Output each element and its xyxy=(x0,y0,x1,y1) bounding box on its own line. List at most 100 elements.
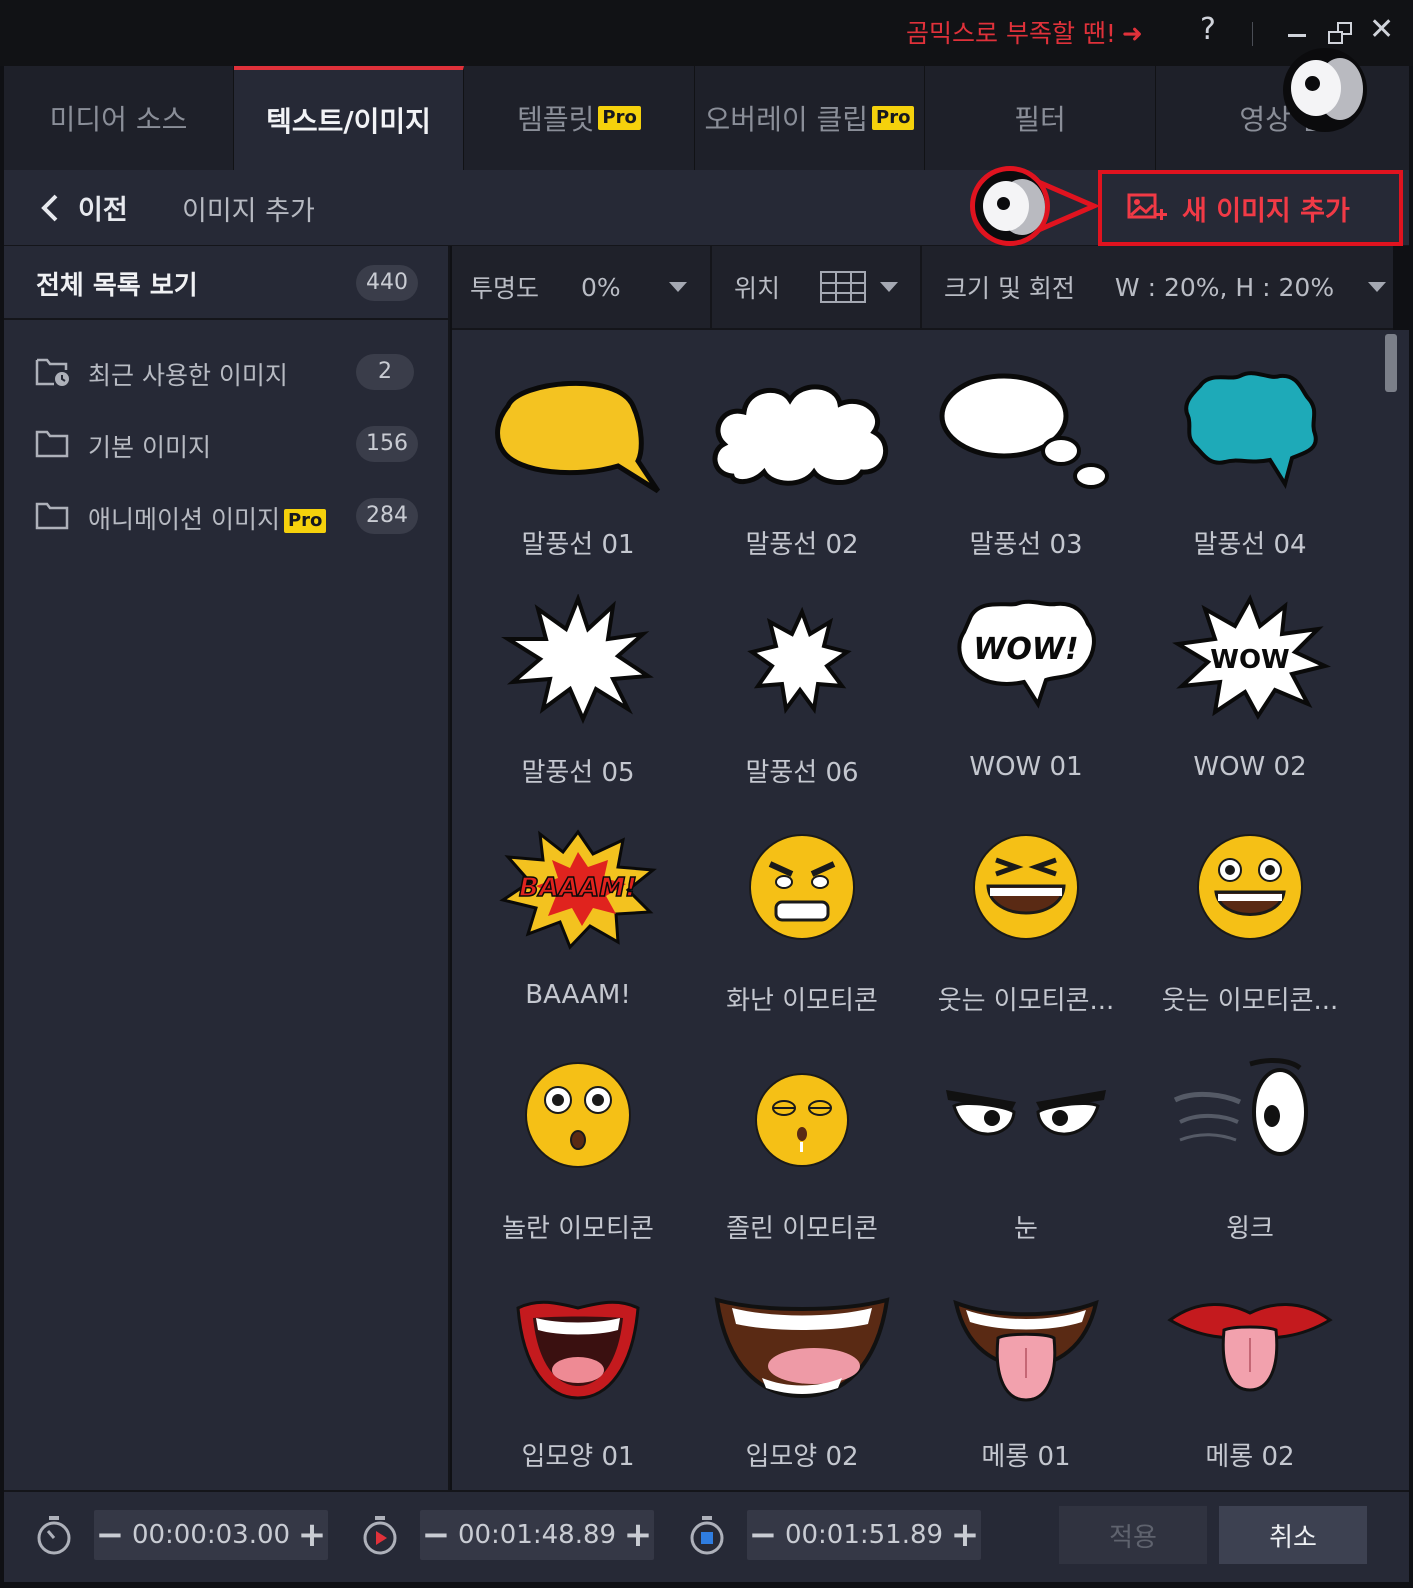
image-item[interactable]: 윙크 xyxy=(1137,1036,1363,1264)
image-item[interactable]: 눈 xyxy=(913,1036,1139,1264)
timecode-field[interactable]: − 00:01:48.89 + xyxy=(420,1510,654,1560)
view-all-list[interactable]: 전체 목록 보기 440 xyxy=(4,246,448,320)
category-animated-images[interactable]: 애니메이션 이미지 Pro 284 xyxy=(4,486,448,546)
opacity-label: 투명도 xyxy=(470,274,540,303)
thought-bubble-icon xyxy=(939,373,1109,489)
image-item[interactable]: 메롱 02 xyxy=(1137,1264,1363,1490)
image-item[interactable]: 메롱 01 xyxy=(913,1264,1139,1490)
wow-art-text: WOW! xyxy=(973,632,1078,667)
category-basic-images[interactable]: 기본 이미지 156 xyxy=(4,414,448,474)
image-label: 말풍선 06 xyxy=(745,758,859,788)
timecode-value[interactable]: 00:01:48.89 xyxy=(452,1520,622,1550)
minimize-icon[interactable] xyxy=(1288,34,1306,37)
view-all-label: 전체 목록 보기 xyxy=(36,271,198,301)
tab-overlay-clip[interactable]: 오버레이 클립 Pro xyxy=(695,66,925,170)
position-dropdown[interactable]: 위치 xyxy=(712,245,922,329)
help-icon[interactable]: ? xyxy=(1193,12,1223,47)
image-settings-toolbar: 투명도 0% 위치 크기 및 회전 W : 20%, H : 20% xyxy=(452,245,1393,330)
tab-media-source[interactable]: 미디어 소스 xyxy=(4,66,234,170)
timecode-value[interactable]: 00:00:03.00 xyxy=(126,1520,296,1550)
tab-label: 미디어 소스 xyxy=(49,103,188,136)
decrease-button[interactable]: − xyxy=(420,1510,452,1560)
promo-link[interactable]: 곰믹스로 부족할 땐! ➜ xyxy=(906,14,1143,50)
image-add-header: 이전 이미지 추가 새 이미지 추가 xyxy=(4,170,1409,246)
tongue-out-mouth-icon xyxy=(953,1299,1099,1402)
add-new-image-button[interactable]: 새 이미지 추가 xyxy=(1098,170,1403,246)
wow-cloud-bubble-icon: WOW! xyxy=(957,599,1096,709)
image-label: BAAAM! xyxy=(525,980,631,1010)
size-rotation-dropdown[interactable]: 크기 및 회전 W : 20%, H : 20% xyxy=(922,245,1391,329)
folder-icon xyxy=(35,430,69,458)
add-new-image-label: 새 이미지 추가 xyxy=(1182,195,1350,227)
increase-button[interactable]: + xyxy=(296,1510,328,1560)
image-label: 화난 이모티콘 xyxy=(726,986,878,1016)
scrollbar-thumb[interactable] xyxy=(1385,334,1397,392)
image-item[interactable]: 말풍선 01 xyxy=(465,352,691,580)
baaam-art-text: BAAAM! xyxy=(519,873,637,903)
end-timecode: − 00:01:51.89 + xyxy=(687,1510,981,1560)
image-item[interactable]: BAAAM! BAAAM! xyxy=(465,808,691,1036)
image-item[interactable]: WOW WOW 02 xyxy=(1137,580,1363,808)
tab-label: 템플릿 xyxy=(517,103,595,136)
wink-eye-icon xyxy=(1173,1058,1308,1156)
cancel-button[interactable]: 취소 xyxy=(1219,1506,1367,1564)
decrease-button[interactable]: − xyxy=(747,1510,779,1560)
increase-button[interactable]: + xyxy=(622,1510,654,1560)
close-icon[interactable]: ✕ xyxy=(1369,12,1394,48)
image-item[interactable]: 놀란 이모티콘 xyxy=(465,1036,691,1264)
image-item[interactable]: 말풍선 02 xyxy=(689,352,915,580)
recent-folder-icon xyxy=(35,358,69,386)
image-item[interactable]: 말풍선 06 xyxy=(689,580,915,808)
image-label: 말풍선 05 xyxy=(521,758,635,788)
opacity-dropdown[interactable]: 투명도 0% xyxy=(452,245,712,329)
tab-video-transition[interactable]: 영상 전 xyxy=(1156,66,1409,170)
back-button[interactable]: 이전 xyxy=(78,188,128,227)
tab-filter[interactable]: 필터 xyxy=(925,66,1156,170)
image-item[interactable]: 졸린 이모티콘 xyxy=(689,1036,915,1264)
image-label: 메롱 01 xyxy=(981,1442,1071,1472)
grid-scrollbar[interactable] xyxy=(1393,330,1409,1490)
chevron-down-icon xyxy=(669,282,688,292)
tab-text-image[interactable]: 텍스트/이미지 xyxy=(234,66,464,170)
pro-badge: Pro xyxy=(283,509,327,533)
apply-button[interactable]: 적용 xyxy=(1059,1506,1207,1564)
start-time-icon xyxy=(363,1516,397,1555)
image-label: 말풍선 01 xyxy=(521,530,635,560)
open-mouth-lips-icon xyxy=(516,1300,640,1400)
position-label: 위치 xyxy=(734,274,781,303)
image-item[interactable]: 웃는 이모티콘... xyxy=(913,808,1139,1036)
folder-icon xyxy=(35,502,69,530)
image-item[interactable]: 말풍선 03 xyxy=(913,352,1139,580)
tab-template[interactable]: 템플릿 Pro xyxy=(464,66,695,170)
timecode-field[interactable]: − 00:00:03.00 + xyxy=(94,1510,328,1560)
wide-smile-mouth-icon xyxy=(714,1297,890,1399)
burst-bubble-icon xyxy=(501,594,654,724)
wow-art-text: WOW xyxy=(1210,645,1289,675)
image-item[interactable]: 웃는 이모티콘... xyxy=(1137,808,1363,1036)
size-value: W : 20%, H : 20% xyxy=(1114,272,1335,302)
arrow-right-icon: ➜ xyxy=(1121,19,1143,48)
timecode-field[interactable]: − 00:01:51.89 + xyxy=(747,1510,981,1560)
tongue-out-lips-icon xyxy=(1167,1303,1333,1392)
category-recent-images[interactable]: 최근 사용한 이미지 2 xyxy=(4,342,448,402)
image-item[interactable]: 말풍선 04 xyxy=(1137,352,1363,580)
increase-button[interactable]: + xyxy=(949,1510,981,1560)
chevron-left-icon[interactable] xyxy=(34,188,70,228)
chevron-down-icon xyxy=(1368,282,1387,292)
count-badge: 156 xyxy=(356,426,418,462)
image-item[interactable]: 말풍선 05 xyxy=(465,580,691,808)
decrease-button[interactable]: − xyxy=(94,1510,126,1560)
restore-icon[interactable] xyxy=(1328,22,1352,44)
count-badge: 2 xyxy=(356,354,414,390)
laughing-emoji-icon xyxy=(973,834,1079,940)
image-item[interactable]: 입모양 01 xyxy=(465,1264,691,1490)
image-item[interactable]: WOW! WOW 01 xyxy=(913,580,1139,808)
timecode-value[interactable]: 00:01:51.89 xyxy=(779,1520,949,1550)
timing-footer: − 00:00:03.00 + − 00:01:48.89 + − 00:01:… xyxy=(4,1490,1409,1582)
image-item[interactable]: 화난 이모티콘 xyxy=(689,808,915,1036)
yellow-speech-bubble-icon xyxy=(495,380,661,494)
opacity-value: 0% xyxy=(581,272,621,302)
duration-timecode: − 00:00:03.00 + xyxy=(34,1510,328,1560)
add-image-icon xyxy=(1127,193,1167,220)
image-item[interactable]: 입모양 02 xyxy=(689,1264,915,1490)
